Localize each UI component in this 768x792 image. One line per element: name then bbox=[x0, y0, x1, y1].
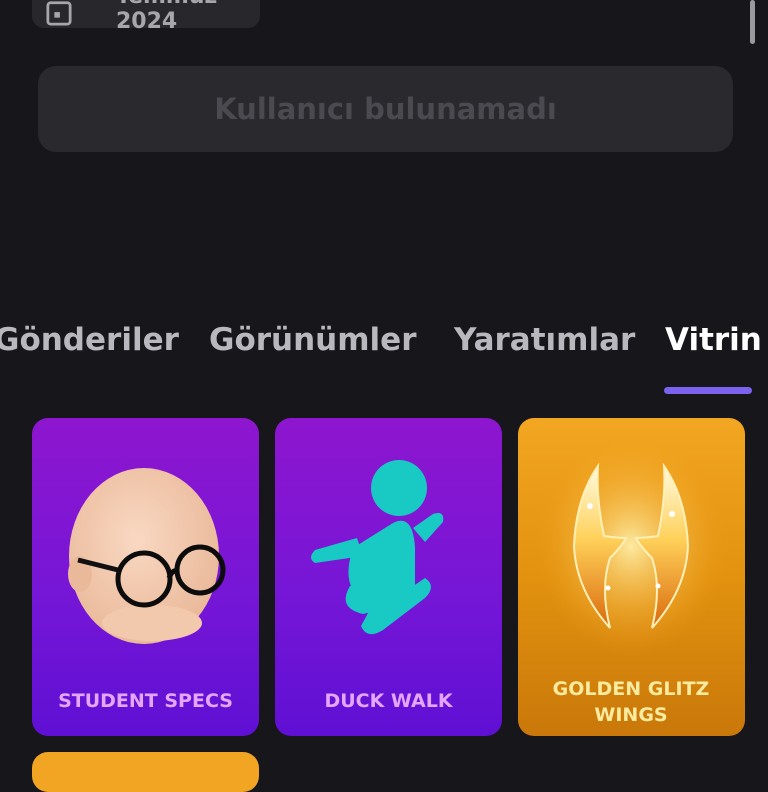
no-user-banner: Kullanıcı bulunamadı bbox=[38, 66, 733, 152]
no-user-message: Kullanıcı bulunamadı bbox=[214, 92, 557, 126]
card-label: GOLDEN GLITZ WINGS bbox=[552, 678, 710, 726]
date-label: Temmuz 2024 bbox=[116, 0, 217, 34]
tab-yaratimlar[interactable]: Yaratımlar bbox=[454, 322, 635, 358]
date-chip: Temmuz 2024 bbox=[32, 0, 260, 34]
showcase-card-golden-glitz-wings[interactable]: GOLDEN GLITZ WINGS bbox=[518, 418, 745, 736]
showcase-card-student-specs[interactable]: STUDENT SPECS bbox=[32, 418, 259, 736]
calendar-icon bbox=[46, 1, 72, 26]
active-tab-indicator bbox=[664, 387, 752, 394]
profile-tabs: Gönderiler Görünümler Yaratımlar Vitrin bbox=[0, 322, 768, 402]
tab-gorunumler[interactable]: Görünümler bbox=[209, 322, 416, 358]
scrollbar[interactable] bbox=[750, 0, 755, 44]
showcase-card-peek[interactable] bbox=[32, 752, 259, 792]
tab-gonderiler[interactable]: Gönderiler bbox=[0, 322, 179, 358]
tab-vitrin[interactable]: Vitrin bbox=[665, 322, 762, 358]
card-label: STUDENT SPECS bbox=[58, 690, 233, 712]
card-label: DUCK WALK bbox=[324, 690, 453, 712]
showcase-card-duck-walk[interactable]: DUCK WALK bbox=[275, 418, 502, 736]
